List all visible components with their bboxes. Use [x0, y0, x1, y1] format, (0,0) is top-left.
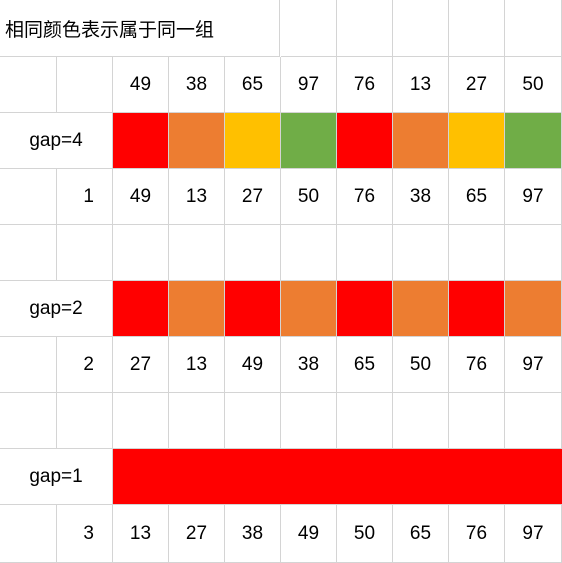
group-color-cell	[505, 449, 562, 505]
result-value-cell: 38	[281, 337, 337, 393]
group-color-cell	[449, 113, 505, 169]
empty-cell	[449, 0, 505, 57]
empty-cell	[337, 225, 393, 281]
result-value-cell: 13	[113, 505, 169, 563]
empty-cell	[169, 393, 225, 449]
result-value-cell: 97	[505, 505, 562, 563]
empty-cell	[0, 393, 57, 449]
group-color-cell	[169, 113, 225, 169]
result-value-cell: 49	[281, 505, 337, 563]
empty-cell	[281, 0, 337, 57]
result-value-cell: 97	[505, 337, 562, 393]
group-color-cell	[449, 449, 505, 505]
gap-label: gap=4	[0, 113, 113, 169]
result-value-cell: 76	[337, 169, 393, 225]
result-value-cell: 76	[449, 505, 505, 563]
empty-cell	[0, 337, 57, 393]
diagram-title: 相同颜色表示属于同一组	[0, 0, 280, 57]
group-color-cell	[337, 281, 393, 337]
empty-cell	[393, 393, 449, 449]
empty-cell	[337, 393, 393, 449]
empty-cell	[281, 393, 337, 449]
group-color-cell	[505, 113, 562, 169]
result-value-cell: 38	[393, 169, 449, 225]
empty-cell	[57, 57, 113, 113]
empty-cell	[337, 0, 393, 57]
initial-value-cell: 50	[505, 57, 562, 113]
initial-value-cell: 38	[169, 57, 225, 113]
empty-cell	[57, 393, 113, 449]
initial-value-cell: 13	[393, 57, 449, 113]
empty-cell	[225, 393, 281, 449]
empty-cell	[0, 57, 57, 113]
group-color-cell	[337, 113, 393, 169]
result-value-cell: 50	[393, 337, 449, 393]
result-value-cell: 38	[225, 505, 281, 563]
empty-cell	[505, 225, 562, 281]
group-color-cell	[393, 449, 449, 505]
empty-cell	[449, 393, 505, 449]
gap-label: gap=2	[0, 281, 113, 337]
result-value-cell: 49	[113, 169, 169, 225]
empty-cell	[169, 225, 225, 281]
result-value-cell: 65	[337, 337, 393, 393]
group-color-cell	[225, 113, 281, 169]
result-value-cell: 97	[505, 169, 562, 225]
group-color-cell	[113, 113, 169, 169]
group-color-cell	[169, 449, 225, 505]
empty-cell	[0, 225, 57, 281]
empty-cell	[113, 393, 169, 449]
initial-value-cell: 65	[225, 57, 281, 113]
group-color-cell	[337, 449, 393, 505]
initial-value-cell: 97	[281, 57, 337, 113]
group-color-cell	[225, 449, 281, 505]
result-value-cell: 49	[225, 337, 281, 393]
result-value-cell: 50	[281, 169, 337, 225]
group-color-cell	[113, 281, 169, 337]
result-value-cell: 27	[225, 169, 281, 225]
empty-cell	[393, 225, 449, 281]
initial-value-cell: 49	[113, 57, 169, 113]
gap-label: gap=1	[0, 449, 113, 505]
group-color-cell	[393, 113, 449, 169]
empty-cell	[0, 169, 57, 225]
group-color-cell	[281, 449, 337, 505]
step-number: 3	[57, 505, 113, 563]
result-value-cell: 27	[169, 505, 225, 563]
empty-cell	[449, 225, 505, 281]
empty-cell	[0, 505, 57, 563]
result-value-cell: 27	[113, 337, 169, 393]
group-color-cell	[281, 113, 337, 169]
empty-cell	[505, 393, 562, 449]
group-color-cell	[393, 281, 449, 337]
group-color-cell	[505, 281, 562, 337]
empty-cell	[505, 0, 562, 57]
result-value-cell: 13	[169, 169, 225, 225]
step-number: 1	[57, 169, 113, 225]
empty-cell	[225, 225, 281, 281]
step-number: 2	[57, 337, 113, 393]
result-value-cell: 76	[449, 337, 505, 393]
result-value-cell: 65	[449, 169, 505, 225]
group-color-cell	[281, 281, 337, 337]
initial-value-cell: 76	[337, 57, 393, 113]
result-value-cell: 65	[393, 505, 449, 563]
empty-cell	[281, 225, 337, 281]
empty-cell	[113, 225, 169, 281]
result-value-cell: 13	[169, 337, 225, 393]
shell-sort-grid: 相同颜色表示属于同一组 49 38 65 97 76 13 27 50 gap=4 1 49 13 27…	[0, 0, 562, 563]
group-color-cell	[449, 281, 505, 337]
group-color-cell	[225, 281, 281, 337]
initial-value-cell: 27	[449, 57, 505, 113]
result-value-cell: 50	[337, 505, 393, 563]
group-color-cell	[113, 449, 169, 505]
empty-cell	[57, 225, 113, 281]
empty-cell	[393, 0, 449, 57]
group-color-cell	[169, 281, 225, 337]
